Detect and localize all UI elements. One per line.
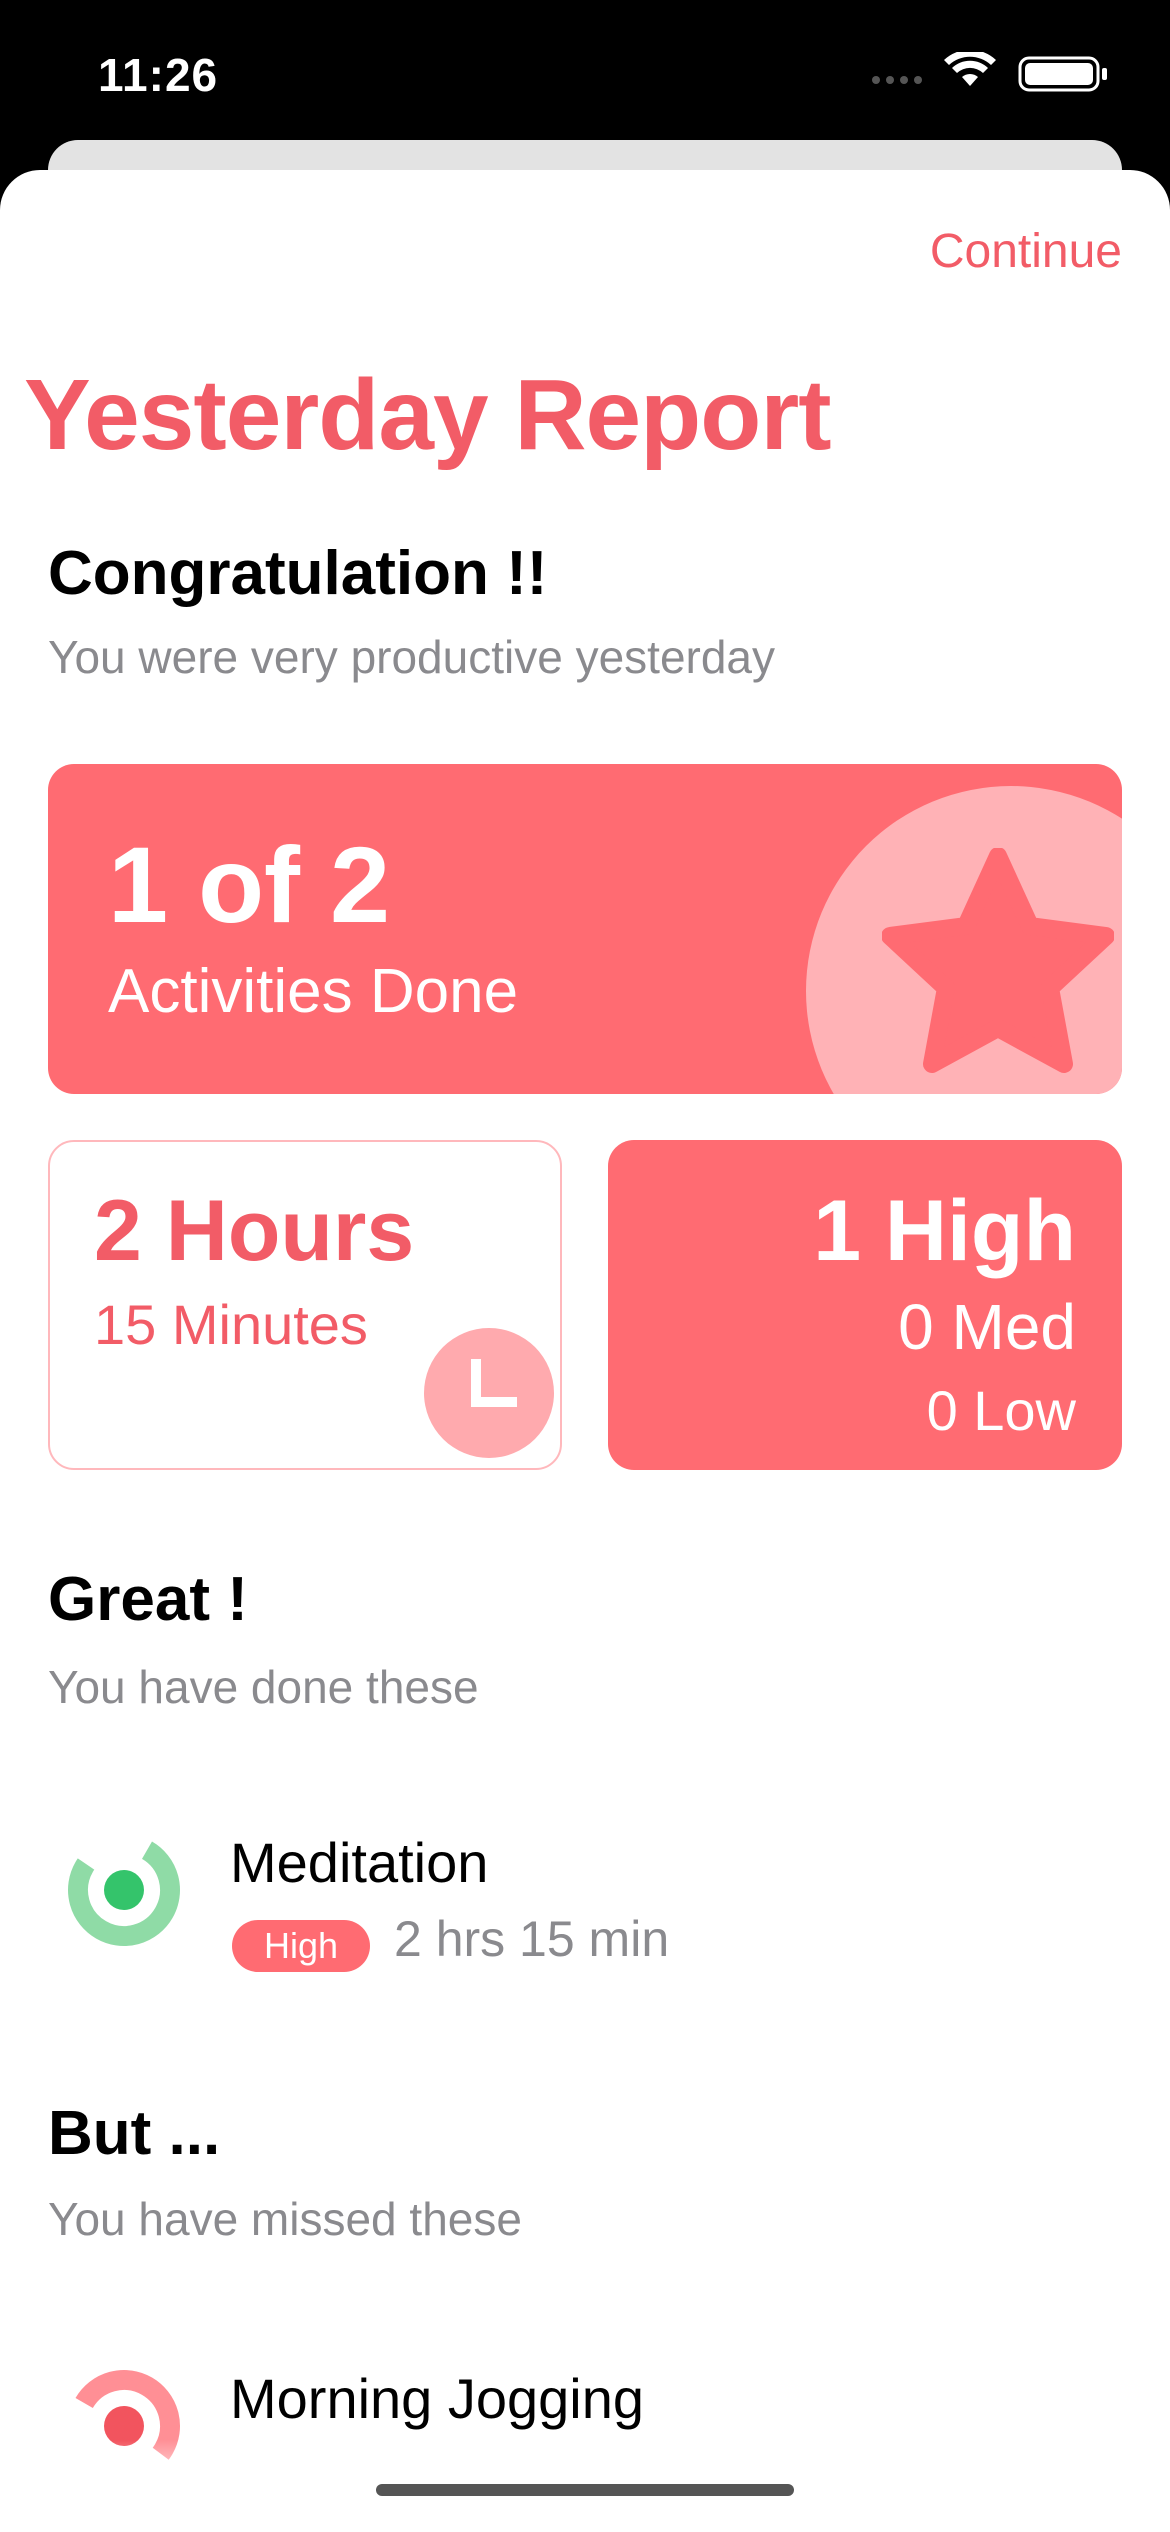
cellular-signal-icon: [872, 76, 922, 84]
report-sheet: Continue Yesterday Report Congratulation…: [0, 170, 1170, 2532]
battery-icon: [1018, 56, 1107, 92]
priority-high-count: 1 High: [813, 1183, 1076, 1279]
missed-subtitle: You have missed these: [48, 2193, 522, 2245]
wifi-icon: [944, 49, 996, 86]
continue-button[interactable]: Continue: [930, 224, 1122, 279]
total-time-card: 2 Hours 15 Minutes: [48, 1140, 562, 1470]
time-hours: 2 Hours: [94, 1183, 415, 1279]
time-minutes: 15 Minutes: [94, 1293, 368, 1356]
priority-low-count: 0 Low: [926, 1379, 1076, 1442]
activities-done-card: 1 of 2 Activities Done: [48, 764, 1122, 1094]
home-indicator[interactable]: [376, 2484, 794, 2496]
activity-ring-green-icon: [68, 1834, 180, 1946]
status-time: 11:26: [98, 49, 219, 101]
star-icon: [882, 848, 1114, 1073]
item-title: Morning Jogging: [230, 2367, 645, 2430]
congrats-subtitle: You were very productive yesterday: [48, 631, 776, 683]
priority-summary-card: 1 High 0 Med 0 Low: [608, 1140, 1122, 1470]
clock-icon: [424, 1328, 554, 1458]
activities-label: Activities Done: [108, 957, 519, 1026]
priority-badge: High: [232, 1920, 370, 1972]
item-title: Meditation: [230, 1831, 489, 1894]
done-heading: Great !: [48, 1565, 248, 1634]
item-duration: 2 hrs 15 min: [394, 1911, 670, 1967]
priority-med-count: 0 Med: [898, 1291, 1076, 1363]
congrats-heading: Congratulation !!: [48, 539, 548, 608]
status-icons: [870, 49, 1120, 97]
activities-count: 1 of 2: [108, 824, 391, 945]
done-subtitle: You have done these: [48, 1661, 479, 1713]
missed-heading: But ...: [48, 2099, 221, 2168]
page-title: Yesterday Report: [24, 359, 832, 471]
